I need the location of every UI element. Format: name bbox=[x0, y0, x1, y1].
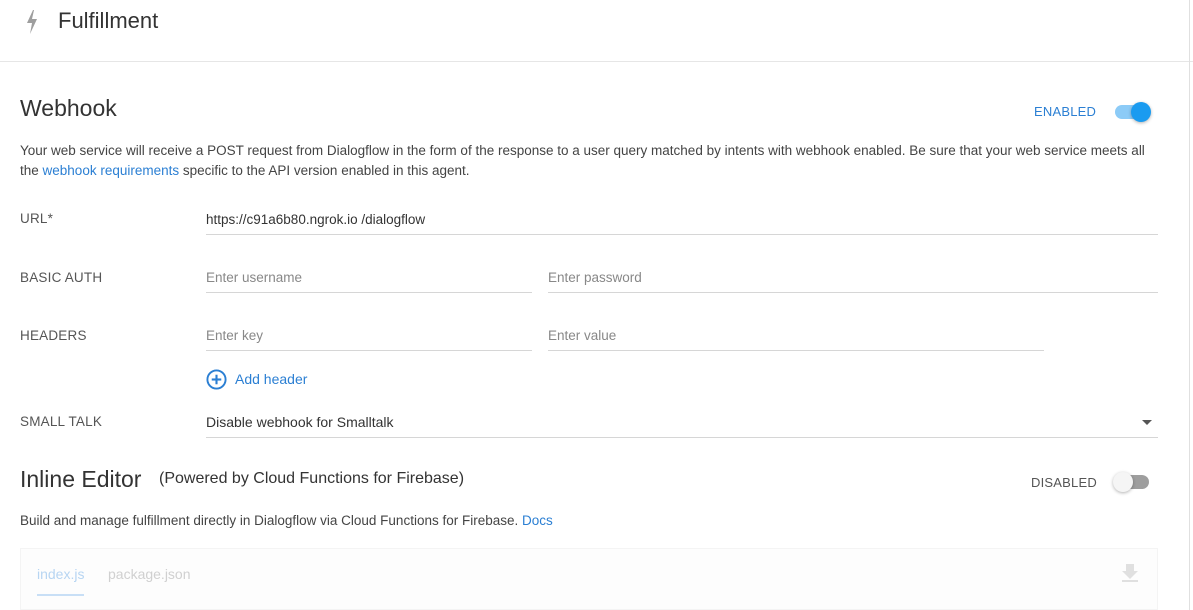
tab-package-json[interactable]: package.json bbox=[108, 566, 191, 582]
headers-label: HEADERS bbox=[20, 328, 87, 343]
webhook-toggle[interactable] bbox=[1113, 100, 1153, 124]
chevron-down-icon bbox=[1142, 420, 1152, 425]
header-value-input[interactable]: Enter value bbox=[548, 323, 1044, 351]
inline-editor-title: Inline Editor bbox=[20, 466, 142, 492]
page-header: Fulfillment bbox=[0, 0, 1193, 62]
inline-editor-toggle[interactable] bbox=[1113, 470, 1153, 494]
toggle-knob bbox=[1113, 472, 1133, 492]
inline-editor-status-label: DISABLED bbox=[1031, 475, 1097, 490]
password-placeholder: Enter password bbox=[548, 270, 642, 285]
header-key-placeholder: Enter key bbox=[206, 328, 264, 343]
inline-editor-subtitle: (Powered by Cloud Functions for Firebase… bbox=[159, 470, 465, 487]
header-key-input[interactable]: Enter key bbox=[206, 323, 532, 351]
url-value: https://c91a6b80.ngrok.io /dialogflow bbox=[206, 212, 426, 227]
add-header-button[interactable]: Add header bbox=[206, 367, 307, 391]
add-header-label: Add header bbox=[235, 371, 308, 387]
webhook-desc-text-2: specific to the API version enabled in t… bbox=[179, 163, 470, 178]
inline-editor-desc-text: Build and manage fulfillment directly in… bbox=[20, 513, 522, 528]
small-talk-label: SMALL TALK bbox=[20, 414, 103, 429]
username-placeholder: Enter username bbox=[206, 270, 303, 285]
tab-index-js[interactable]: index.js bbox=[37, 566, 85, 596]
toggle-knob bbox=[1131, 102, 1151, 122]
download-icon[interactable] bbox=[1121, 563, 1139, 583]
webhook-status-label: ENABLED bbox=[1034, 104, 1097, 119]
url-input[interactable]: https://c91a6b80.ngrok.io /dialogflow bbox=[206, 207, 1158, 235]
bolt-icon bbox=[27, 10, 37, 34]
password-input[interactable]: Enter password bbox=[548, 265, 1158, 293]
small-talk-select[interactable]: Disable webhook for Smalltalk bbox=[206, 409, 1158, 438]
webhook-title: Webhook bbox=[20, 95, 117, 121]
basic-auth-label: BASIC AUTH bbox=[20, 270, 103, 285]
header-value-placeholder: Enter value bbox=[548, 328, 617, 343]
username-input[interactable]: Enter username bbox=[206, 265, 532, 293]
url-label: URL* bbox=[20, 211, 54, 226]
add-circle-icon bbox=[206, 368, 227, 390]
webhook-description: Your web service will receive a POST req… bbox=[20, 141, 1160, 181]
inline-editor-description: Build and manage fulfillment directly in… bbox=[20, 511, 1160, 531]
docs-link[interactable]: Docs bbox=[522, 513, 553, 528]
scroll-edge bbox=[1189, 0, 1190, 610]
small-talk-selected-value: Disable webhook for Smalltalk bbox=[206, 414, 394, 430]
page-title: Fulfillment bbox=[58, 8, 159, 33]
code-editor-panel: index.js package.json bbox=[20, 548, 1158, 610]
webhook-requirements-link[interactable]: webhook requirements bbox=[43, 163, 180, 178]
